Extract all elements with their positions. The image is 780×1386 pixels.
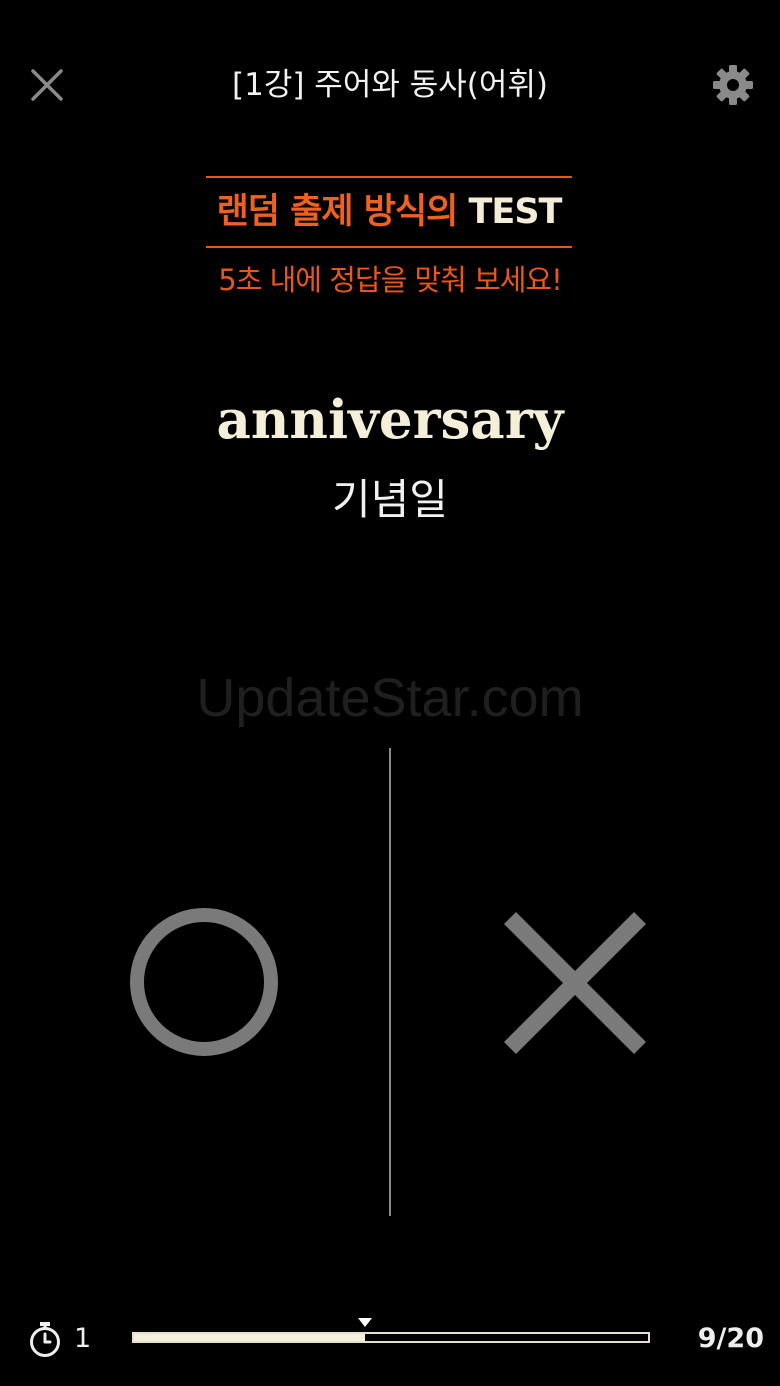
close-icon	[31, 69, 63, 101]
x-mark-icon	[503, 911, 647, 1055]
answer-divider	[389, 748, 391, 1216]
banner-subtitle: 5초 내에 정답을 맞춰 보세요!	[218, 263, 562, 297]
watermark: UpdateStar.com	[196, 668, 584, 728]
question-word: anniversary	[216, 389, 564, 451]
question-counter: 9/20	[697, 1323, 764, 1354]
timer-value: 1	[74, 1323, 92, 1354]
page-title: [1강] 주어와 동사(어휘)	[232, 67, 548, 103]
progress-fill	[134, 1334, 366, 1341]
answer-o-button[interactable]	[124, 902, 284, 1062]
progress-marker	[358, 1318, 373, 1327]
close-button[interactable]	[22, 60, 72, 110]
banner-highlight-text: 랜덤 출제 방식의	[216, 192, 469, 232]
settings-button[interactable]	[708, 60, 758, 110]
circle-o-icon	[130, 908, 278, 1056]
gear-icon	[713, 65, 753, 105]
answer-x-button[interactable]	[496, 904, 654, 1062]
timer-indicator	[26, 1320, 64, 1358]
banner-test-text: TEST	[468, 192, 563, 232]
test-mode-banner: 랜덤 출제 방식의 TEST	[206, 176, 572, 248]
stopwatch-icon	[30, 1322, 60, 1357]
question-meaning: 기념일	[332, 475, 448, 524]
quiz-progress-bar	[132, 1332, 650, 1343]
